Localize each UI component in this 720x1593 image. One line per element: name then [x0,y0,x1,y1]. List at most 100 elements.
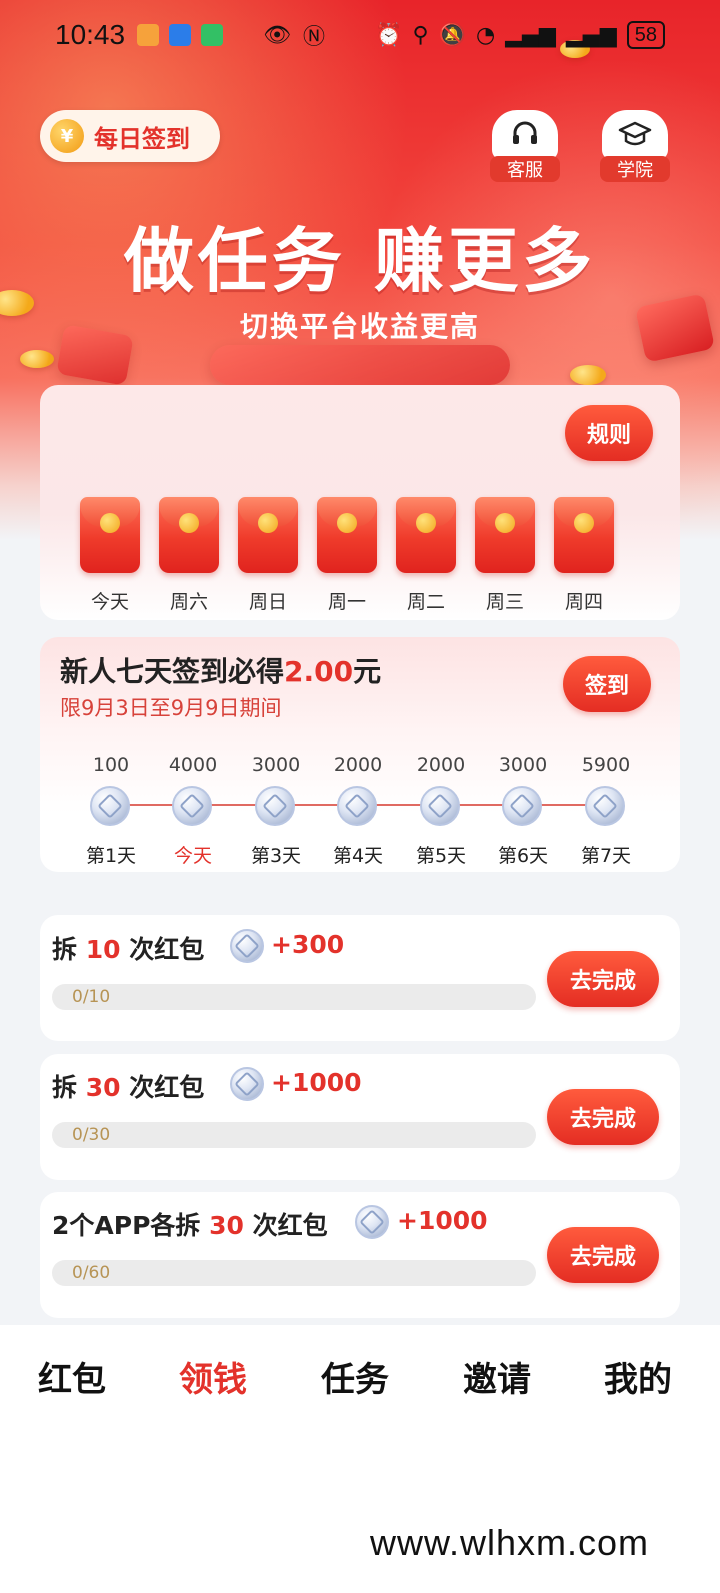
signal-icon: ▂▄▆ [505,22,556,48]
notification-icons [137,24,224,46]
silver-coin-icon [230,1067,264,1101]
checkin-day-label-today: 今天 [173,845,212,867]
silver-coin-icon [172,786,212,826]
silver-coin-icon [255,786,295,826]
task-title-prefix: 2个APP各拆 [52,1211,210,1240]
checkin-day-label: 第7天 [580,845,632,867]
academy-button[interactable]: 学院 [598,110,672,182]
task-count: 10 [85,935,121,964]
task-go-complete-button[interactable]: 去完成 [547,1089,659,1145]
seven-day-period: 限9月3日至9月9日期间 [60,696,282,720]
task-title-suffix: 次红包 [120,1073,205,1102]
battery-icon: 58 [626,21,665,49]
task-go-complete-button[interactable]: 去完成 [547,951,659,1007]
daily-checkin-button[interactable]: ¥ 每日签到 [40,110,220,162]
daily-checkin-label: 每日签到 [94,124,190,153]
seven-day-title-prefix: 新人七天签到必得 [60,655,285,688]
envelope-seal-icon [337,513,357,533]
rules-button[interactable]: 规则 [565,405,653,461]
checkin-day-label: 第1天 [85,845,137,867]
nav-item-invite[interactable]: 邀请 [447,1352,547,1401]
day-reward-amount: 4000 [168,754,218,776]
task-title-suffix: 次红包 [120,935,205,964]
notification-app-icon [137,24,160,46]
task-title-suffix: 次红包 [243,1211,328,1240]
red-envelope[interactable] [159,497,219,573]
status-time: 10:43 [55,19,126,50]
seven-day-title-amount: 2.00 [284,655,354,688]
day-reward-amount: 2000 [416,754,466,776]
task-progress-text: 0/10 [72,987,111,1007]
silver-coin-icon [420,786,460,826]
headset-icon [492,110,558,160]
nfc-icon: Ⓝ [303,25,326,50]
task-reward: +1000 [271,1068,362,1097]
subheadline: 切换平台收益更高 [239,310,480,343]
academy-label: 学院 [600,156,670,182]
task-title-prefix: 拆 [52,1073,86,1102]
nav-item-tasks[interactable]: 任务 [305,1352,405,1401]
task-title: 拆 30 次红包 [52,1068,204,1104]
envelope-seal-icon [179,513,199,533]
envelope-day-label: 周一 [327,591,366,613]
day-reward-amount: 100 [92,754,130,776]
video-app-icon [201,24,224,46]
envelope-day-label: 周六 [169,591,208,613]
nav-item-collect-money[interactable]: 领钱 [163,1352,263,1401]
red-envelope[interactable] [80,497,140,573]
task-title: 拆 10 次红包 [52,930,204,966]
nav-item-mine[interactable]: 我的 [588,1352,688,1401]
task-progress-bar [52,1122,536,1148]
eye-icon: 👁 [263,22,292,48]
task-go-complete-button[interactable]: 去完成 [547,1227,659,1283]
red-envelope[interactable] [554,497,614,573]
silver-coin-icon [502,786,542,826]
silver-coin-icon [90,786,130,826]
wifi-icon: ◔ [476,22,496,48]
envelope-day-label: 周三 [485,591,524,613]
silver-coin-icon [337,786,377,826]
task-title: 2个APP各拆 30 次红包 [52,1206,328,1242]
signal-icon: ▂▄▆ [565,22,617,48]
nav-item-red-envelope[interactable]: 红包 [22,1352,122,1401]
envelope-decoration [210,345,510,385]
checkin-day-label: 第5天 [415,845,467,867]
seven-day-title: 新人七天签到必得2.00元 [60,650,381,690]
envelope-seal-icon [495,513,515,533]
red-envelope[interactable] [396,497,456,573]
red-envelope[interactable] [475,497,535,573]
silver-coin-icon [585,786,625,826]
task-progress-bar [52,1260,536,1286]
envelope-day-label: 周四 [564,591,603,613]
signin-button[interactable]: 签到 [563,656,651,712]
silver-coin-icon [355,1205,389,1239]
envelope-seal-icon [574,513,594,533]
task-reward: +300 [271,930,345,959]
task-progress-text: 0/60 [72,1263,111,1283]
checkin-day-label: 第3天 [250,845,302,867]
task-title-prefix: 拆 [52,935,86,964]
checkin-day-label: 第4天 [332,845,384,867]
customer-service-label: 客服 [490,156,560,182]
envelope-seal-icon [258,513,278,533]
day-reward-amount: 5900 [581,754,631,776]
red-envelope[interactable] [317,497,377,573]
watermark-text: www.wlhxm.com [370,1522,650,1563]
envelope-day-label: 今天 [90,591,129,613]
seven-day-title-suffix: 元 [353,655,382,688]
envelope-day-label: 周二 [406,591,445,613]
silver-coin-icon [230,929,264,963]
status-right-icons: ⏰ ⚲ 🔕 ◔ ▂▄▆ ▂▄▆ 58 [375,21,665,49]
customer-service-button[interactable]: 客服 [488,110,562,182]
coin-decoration [20,350,54,368]
red-envelope[interactable] [238,497,298,573]
task-count: 30 [85,1073,121,1102]
coin-decoration [570,365,606,385]
yuan-coin-icon: ¥ [50,119,84,153]
location-icon: ⚲ [412,22,429,48]
alarm-icon: ⏰ [375,22,403,48]
graduation-cap-icon [602,110,668,160]
day-reward-amount: 3000 [498,754,548,776]
envelope-seal-icon [100,513,120,533]
task-progress-bar [52,984,536,1010]
